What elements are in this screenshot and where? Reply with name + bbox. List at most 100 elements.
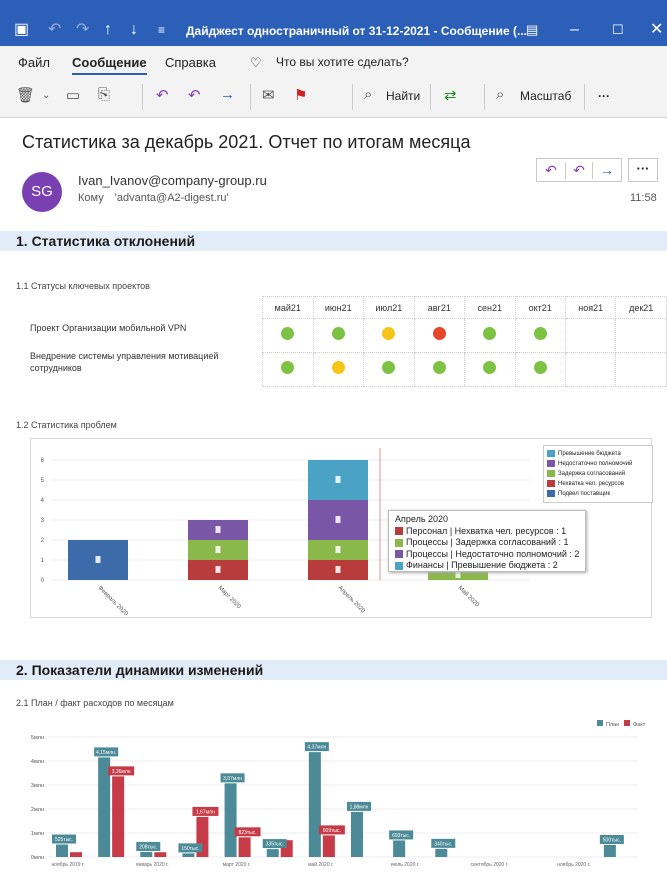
x-tick-label: май 2020 г.: [308, 861, 334, 868]
customize-toolbar-icon[interactable]: ≡: [158, 20, 165, 40]
legend-swatch: [395, 538, 403, 547]
more-options-button[interactable]: ···: [598, 89, 610, 103]
minimize-button[interactable]: –: [570, 20, 579, 40]
data-marker: [335, 546, 341, 553]
sender-address[interactable]: Ivan_Ivanov@company-group.ru: [78, 173, 267, 188]
legend-item: Задержка согласований: [547, 469, 649, 479]
data-label: 693тыс.: [392, 833, 410, 839]
forward-icon[interactable]: →: [593, 162, 621, 178]
status-cell: [363, 318, 415, 353]
y-tick-label: 4млн: [31, 759, 44, 765]
divider: [142, 84, 143, 110]
reply-all-icon[interactable]: ↶: [565, 162, 593, 179]
data-marker: [335, 516, 341, 523]
y-tick-label: 0млн: [31, 855, 44, 861]
status-cell: [615, 352, 667, 387]
reply-actions: ↶ ↶ →: [536, 158, 622, 182]
y-tick-label: 2: [41, 538, 45, 544]
status-dot-green: [281, 360, 295, 374]
close-button[interactable]: ✕: [650, 20, 663, 40]
plan-bar: [140, 851, 153, 857]
y-tick-label: 2млн: [31, 807, 44, 813]
to-address[interactable]: 'advanta@A2-digest.ru': [115, 192, 229, 204]
divider: [430, 84, 431, 110]
month-header: ноя21: [564, 296, 617, 319]
menu-file[interactable]: Файл: [18, 55, 50, 70]
status-dot-green: [483, 326, 497, 340]
y-tick-label: 6: [41, 458, 45, 464]
data-label: 3,36млн: [112, 769, 131, 775]
recipients: Кому 'advanta@A2-digest.ru': [78, 192, 229, 204]
data-marker: [215, 546, 221, 553]
reply-icon[interactable]: ↶: [537, 162, 565, 179]
project-status-row: [262, 352, 667, 387]
data-label: 909тыс.: [323, 828, 341, 834]
menu-message[interactable]: Сообщение: [72, 55, 147, 75]
status-cell: [413, 318, 466, 353]
up-arrow-icon[interactable]: ↑: [104, 20, 112, 40]
divider: [352, 84, 353, 110]
archive-icon[interactable]: ▭: [66, 86, 80, 104]
legend-swatch: [547, 449, 555, 457]
reply-all-icon[interactable]: ↶: [188, 86, 201, 104]
menu-help[interactable]: Справка: [165, 55, 216, 70]
divider: [484, 84, 485, 110]
restore-ribbon-icon[interactable]: ▤: [526, 20, 538, 40]
month-header: май21: [262, 296, 314, 319]
data-label: 4,37млн: [307, 745, 326, 751]
y-tick-label: 4: [41, 498, 45, 504]
x-tick-label: январь 2020 г.: [136, 862, 169, 868]
message-time: 11:58: [630, 192, 657, 204]
y-tick-label: 1млн: [31, 831, 44, 837]
data-label: 335тыс.: [266, 842, 284, 848]
legend-item: Превышение бюджета: [547, 449, 649, 459]
status-dot-yellow: [382, 326, 396, 340]
legend-label: Факт: [633, 722, 646, 728]
legend-item: Недостаточно полномочий: [547, 459, 649, 469]
chevron-down-icon[interactable]: ⌄: [42, 90, 50, 101]
data-marker: [335, 476, 341, 483]
y-tick-label: 0: [41, 578, 45, 584]
more-actions-button[interactable]: ···: [628, 158, 658, 182]
data-label: 1,67млн: [196, 809, 215, 815]
maximize-button[interactable]: ☐: [612, 20, 624, 40]
message-subject: Статистика за декабрь 2021. Отчет по ито…: [22, 132, 471, 152]
legend-label: Недостаточно полномочий: [558, 461, 633, 467]
x-tick-label: Май 2020: [457, 584, 481, 608]
to-label: Кому: [78, 192, 104, 204]
undo-icon[interactable]: ↶: [48, 20, 61, 40]
data-marker: [215, 526, 221, 533]
redo-icon[interactable]: ↷: [76, 20, 89, 40]
plan-bar: [308, 752, 321, 857]
find-button[interactable]: Найти: [386, 89, 420, 103]
status-cell: [514, 318, 566, 353]
delete-icon[interactable]: 🗑: [16, 86, 35, 104]
move-icon[interactable]: ⎘: [98, 86, 110, 103]
forward-icon[interactable]: →: [220, 86, 235, 103]
flag-icon[interactable]: ⚑: [294, 86, 307, 104]
status-dot-green: [533, 360, 547, 374]
down-arrow-icon[interactable]: ↓: [130, 20, 138, 40]
legend-label: Нехватка чел. ресурсов: [558, 481, 625, 487]
status-dot-green: [483, 360, 497, 374]
fact-bar: [112, 776, 125, 857]
section-title-dynamics: 2. Показатели динамики изменений: [0, 660, 667, 680]
data-label: 525тыс.: [55, 837, 73, 843]
mark-unread-icon[interactable]: ✉: [262, 86, 275, 104]
subsection-project-statuses: 1.1 Статусы ключевых проектов: [16, 281, 150, 291]
month-header: сен21: [464, 296, 516, 319]
status-dot-green: [533, 326, 547, 340]
fact-bar: [70, 852, 82, 857]
save-icon[interactable]: ▣: [14, 20, 29, 40]
tell-me-input[interactable]: Что вы хотите сделать?: [276, 55, 409, 69]
data-label: 4,15млн.: [96, 750, 116, 756]
x-tick-label: Апрель 2020: [337, 585, 367, 615]
translate-icon[interactable]: ⇄: [444, 86, 457, 104]
project-name: Внедрение системы управления мотивацией …: [30, 351, 219, 373]
reply-icon[interactable]: ↶: [156, 86, 169, 104]
tooltip-title: Апрель 2020: [395, 514, 449, 524]
divider: [250, 84, 251, 110]
zoom-button[interactable]: Масштаб: [520, 89, 571, 103]
project-status-row: [262, 318, 667, 353]
subsection-problem-stats: 1.2 Статистика проблем: [16, 420, 117, 430]
